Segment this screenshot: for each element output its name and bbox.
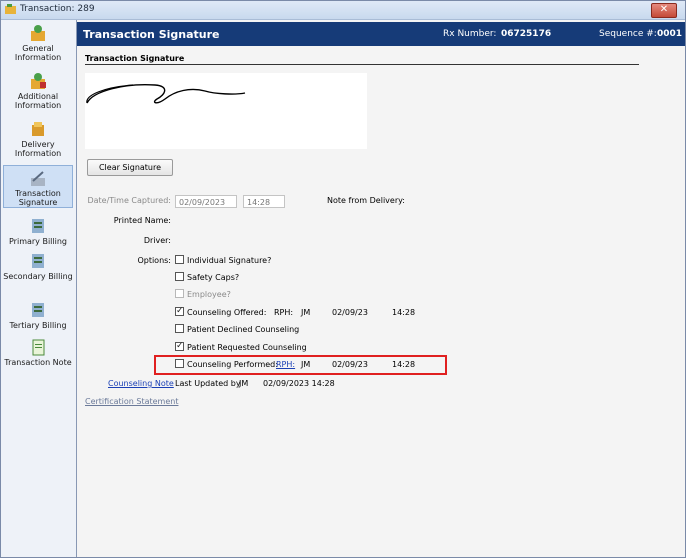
secondary-billing-icon [32, 254, 44, 268]
certification-statement-link[interactable]: Certification Statement [85, 397, 178, 406]
counseling-offered-checkbox[interactable]: ✓ [175, 307, 184, 316]
clear-signature-button[interactable]: Clear Signature [87, 159, 173, 176]
last-updated-label: Last Updated by [175, 379, 241, 388]
individual-signature-checkbox[interactable] [175, 255, 184, 264]
sidebar: General Information Additional Informati… [1, 20, 77, 557]
counseling-offered-date: 02/09/23 [332, 308, 368, 317]
signature-icon [31, 171, 45, 186]
sidebar-item-primary-billing[interactable]: Primary Billing [3, 217, 73, 246]
time-captured-field[interactable]: 14:28 [243, 195, 285, 208]
app-icon [5, 4, 16, 14]
counseling-offered-rph-label: RPH: [274, 308, 294, 317]
employee-label: Employee? [187, 290, 231, 299]
close-button[interactable]: ✕ [651, 3, 677, 18]
counseling-offered-rph: JM [301, 308, 311, 317]
safety-caps-checkbox[interactable] [175, 272, 184, 281]
driver-label: Driver: [143, 236, 171, 245]
date-captured-field[interactable]: 02/09/2023 [175, 195, 237, 208]
sequence-value: 0001 [657, 29, 683, 39]
note-from-delivery-label: Note from Delivery: [327, 196, 405, 205]
patient-declined-checkbox[interactable] [175, 324, 184, 333]
sidebar-item-label: General Information [14, 44, 62, 62]
sidebar-item-label: Additional Information [14, 92, 62, 110]
sidebar-item-label: Delivery Information [14, 140, 62, 158]
sidebar-item-additional-information[interactable]: Additional Information [3, 72, 73, 114]
sequence-label: Sequence #: [599, 29, 657, 39]
patient-requested-checkbox[interactable]: ✓ [175, 342, 184, 351]
counseling-offered-time: 14:28 [392, 308, 416, 317]
counseling-offered-label: Counseling Offered: [187, 308, 267, 317]
individual-signature-label: Individual Signature? [187, 256, 272, 265]
options-label: Options: [137, 256, 171, 265]
delivery-info-icon [32, 122, 44, 136]
last-updated-by: JM [239, 379, 249, 388]
sidebar-item-transaction-note[interactable]: Transaction Note [3, 338, 73, 378]
tertiary-billing-icon [32, 303, 44, 317]
primary-billing-icon [32, 219, 44, 233]
title-bar[interactable]: Transaction: 289 ✕ [1, 1, 685, 20]
employee-checkbox[interactable] [175, 289, 184, 298]
sidebar-item-tertiary-billing[interactable]: Tertiary Billing [3, 301, 73, 330]
page-header: Transaction Signature Rx Number: 0672517… [77, 22, 685, 46]
signature-pad[interactable] [85, 73, 367, 149]
section-title: Transaction Signature [85, 54, 185, 63]
sidebar-item-transaction-signature[interactable]: Transaction Signature [3, 165, 73, 208]
rx-number-label: Rx Number: [443, 29, 497, 39]
sidebar-item-label: Tertiary Billing [9, 321, 67, 330]
rx-number-value: 06725176 [501, 29, 552, 39]
sidebar-item-label: Secondary Billing [3, 272, 73, 281]
highlight-box [154, 355, 447, 375]
transaction-note-icon [32, 339, 45, 356]
main-panel: Transaction Signature Rx Number: 0672517… [77, 20, 685, 557]
last-updated-at: 02/09/2023 14:28 [263, 379, 335, 388]
sidebar-item-delivery-information[interactable]: Delivery Information [3, 120, 73, 162]
sidebar-item-label: Transaction Note [4, 358, 72, 367]
patient-requested-label: Patient Requested Counseling [187, 343, 307, 352]
sidebar-item-label: Transaction Signature [15, 189, 61, 207]
datetime-captured-label: Date/Time Captured: [87, 196, 171, 205]
sidebar-item-secondary-billing[interactable]: Secondary Billing [3, 252, 73, 294]
transaction-window: Transaction: 289 ✕ General Information A… [0, 0, 686, 558]
sidebar-item-label: Primary Billing [9, 237, 67, 246]
patient-declined-label: Patient Declined Counseling [187, 325, 300, 334]
signature-stroke [86, 83, 246, 104]
printed-name-label: Printed Name: [113, 216, 171, 225]
general-info-icon [31, 25, 45, 41]
additional-info-icon [31, 73, 46, 89]
safety-caps-label: Safety Caps? [187, 273, 240, 282]
counseling-note-link[interactable]: Counseling Note [108, 379, 174, 388]
window-title: Transaction: 289 [20, 4, 95, 14]
section-divider [85, 64, 639, 65]
page-title: Transaction Signature [83, 28, 220, 41]
sidebar-item-general-information[interactable]: General Information [3, 24, 73, 66]
